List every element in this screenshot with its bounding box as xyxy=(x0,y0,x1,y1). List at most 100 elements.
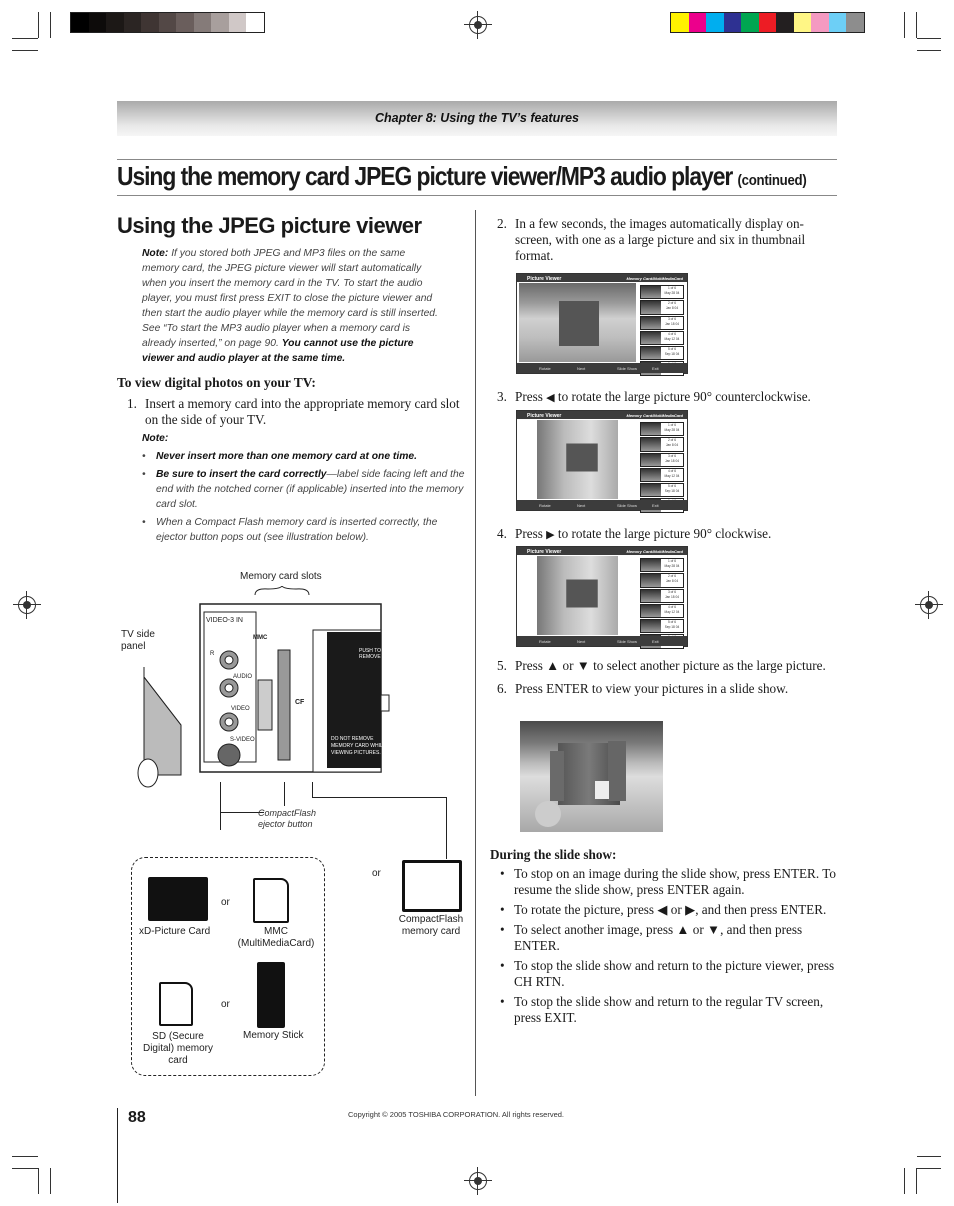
title-rule-top xyxy=(117,159,837,160)
leader-line xyxy=(312,797,447,798)
page-number: 88 xyxy=(128,1109,146,1126)
screen-title-bar: Picture Viewer Memory Card/MultiMediaCard xyxy=(517,547,687,555)
crop-mark xyxy=(917,38,941,39)
screen-footer: Rotate Next Slide Show Exit xyxy=(517,363,687,373)
mmc-card-label: MMC (MultiMediaCard) xyxy=(237,926,315,949)
slideshow-bullet: To rotate the picture, press ◀ or ▶, and… xyxy=(500,902,840,918)
crop-mark xyxy=(917,1156,941,1157)
color-swatch xyxy=(176,13,194,32)
color-swatch xyxy=(776,13,794,32)
thumbnail: 2 of 6 Jan 8 04 xyxy=(640,573,684,588)
left-arrow-icon: ◀ xyxy=(546,392,555,404)
or-label: or xyxy=(221,897,230,908)
slideshow-bullet: To stop on an image during the slide sho… xyxy=(500,866,840,898)
thumbnail: 4 of 6 May 12 04 xyxy=(640,603,684,619)
page-margin-rule xyxy=(117,1108,118,1203)
crop-mark xyxy=(50,12,51,38)
note-bullet: When a Compact Flash memory card is inse… xyxy=(142,515,467,545)
note-label: Note: xyxy=(142,248,169,259)
footer-hint: Exit xyxy=(652,366,659,371)
thumbnail: 2 of 6 Jan 8 04 xyxy=(640,300,684,315)
memory-stick-icon xyxy=(257,962,285,1028)
title-rule-bottom xyxy=(117,195,837,196)
svg-text:R: R xyxy=(210,651,215,657)
crop-mark xyxy=(917,50,941,51)
svg-text:DO NOT REMOVE: DO NOT REMOVE xyxy=(331,736,374,742)
mmc-card-icon xyxy=(253,878,289,923)
screen-title-bar: Picture Viewer Memory Card/MultiMediaCard xyxy=(517,274,687,282)
thumbnail: 3 of 6 Jan 18 04 xyxy=(640,315,684,330)
sd-card-icon xyxy=(159,982,193,1026)
color-swatch xyxy=(828,13,846,32)
slideshow-bullet: To stop the slide show and return to the… xyxy=(500,958,840,990)
footer-hint: Next xyxy=(577,639,586,644)
column-divider xyxy=(475,210,476,1096)
color-bar xyxy=(670,12,865,33)
crop-mark xyxy=(38,1168,39,1194)
crop-mark xyxy=(916,12,917,38)
footer-hint: Next xyxy=(577,503,586,508)
leader-line xyxy=(446,797,447,859)
picture-viewer-screen-3: Picture Viewer Memory Card/MultiMediaCard… xyxy=(516,546,688,649)
connector-panel-illustration: VIDEO-3 IN R AUDIO VIDEO S-VIDEO MMC CF … xyxy=(199,603,390,773)
svg-text:CF: CF xyxy=(295,699,305,706)
thumbnail: 2 of 6 Jan 8 04 xyxy=(640,437,684,452)
color-swatch xyxy=(193,13,211,32)
registration-mark-icon xyxy=(464,1167,492,1195)
thumbnail: 3 of 6 Jan 18 04 xyxy=(640,452,684,467)
footer-hint: Rotate xyxy=(539,503,551,508)
color-swatch xyxy=(106,13,124,32)
chapter-banner: Chapter 8: Using the TV’s features xyxy=(117,101,837,136)
crop-mark xyxy=(916,1168,917,1194)
leader-line xyxy=(284,782,285,806)
screen-title: Picture Viewer xyxy=(527,548,562,555)
or-label: or xyxy=(221,999,230,1010)
color-swatch xyxy=(758,13,776,32)
slots-brace xyxy=(254,586,310,596)
slideshow-bullet: To stop the slide show and return to the… xyxy=(500,994,840,1026)
note-bullet: Never insert more than one memory card a… xyxy=(142,449,467,464)
screen-title: Picture Viewer xyxy=(527,275,562,282)
color-swatch xyxy=(688,13,706,32)
thumbnail: 3 of 6 Jan 18 04 xyxy=(640,588,684,603)
thumbnail: 1 of 6 May 28 04 xyxy=(640,422,684,437)
sd-card-label: SD (Secure Digital) memory card xyxy=(142,1031,213,1066)
thumbnail: 1 of 6 May 28 04 xyxy=(640,558,684,573)
thumbnail: 4 of 6 May 12 04 xyxy=(640,330,684,346)
thumbnail: 4 of 6 May 12 04 xyxy=(640,467,684,483)
color-swatch xyxy=(88,13,106,32)
picture-viewer-screen-1: Picture Viewer Memory Card/MultiMediaCard… xyxy=(516,273,688,376)
crop-mark xyxy=(12,1156,38,1157)
screen-footer: Rotate Next Slide Show Exit xyxy=(517,636,687,646)
footer-hint: Rotate xyxy=(539,366,551,371)
crop-mark xyxy=(38,12,39,38)
ejector-label: CompactFlash ejector button xyxy=(258,808,317,829)
step1-note: Note: Never insert more than one memory … xyxy=(142,431,467,545)
registration-mark-icon xyxy=(915,591,943,619)
screen-title: Picture Viewer xyxy=(527,412,562,419)
large-picture xyxy=(519,283,636,362)
xd-card-icon xyxy=(148,877,208,921)
color-swatch xyxy=(706,13,724,32)
crop-mark xyxy=(904,1168,905,1194)
slideshow-picture xyxy=(520,721,663,832)
color-swatch xyxy=(723,13,741,32)
leader-line xyxy=(312,782,313,798)
registration-mark-icon xyxy=(464,11,492,39)
svg-text:S-VIDEO: S-VIDEO xyxy=(230,737,255,743)
compactflash-card-label: CompactFlash memory card xyxy=(398,914,464,937)
footer-hint: Next xyxy=(577,366,586,371)
footer-hint: Exit xyxy=(652,503,659,508)
memory-card-slots-label: Memory card slots xyxy=(240,571,322,582)
copyright: Copyright © 2005 TOSHIBA CORPORATION. Al… xyxy=(348,1110,565,1119)
crop-mark xyxy=(917,1168,941,1169)
footer-hint: Slide Show xyxy=(617,639,638,644)
crop-mark xyxy=(12,50,38,51)
svg-text:MMC: MMC xyxy=(253,635,268,641)
page-title: Using the memory card JPEG picture viewe… xyxy=(117,161,807,191)
color-swatch xyxy=(211,13,229,32)
viewer-note: Note: If you stored both JPEG and MP3 fi… xyxy=(142,248,438,364)
svg-text:VIDEO: VIDEO xyxy=(231,706,250,712)
slideshow-heading: During the slide show: xyxy=(490,847,617,862)
section-title: Using the JPEG picture viewer xyxy=(117,213,422,238)
